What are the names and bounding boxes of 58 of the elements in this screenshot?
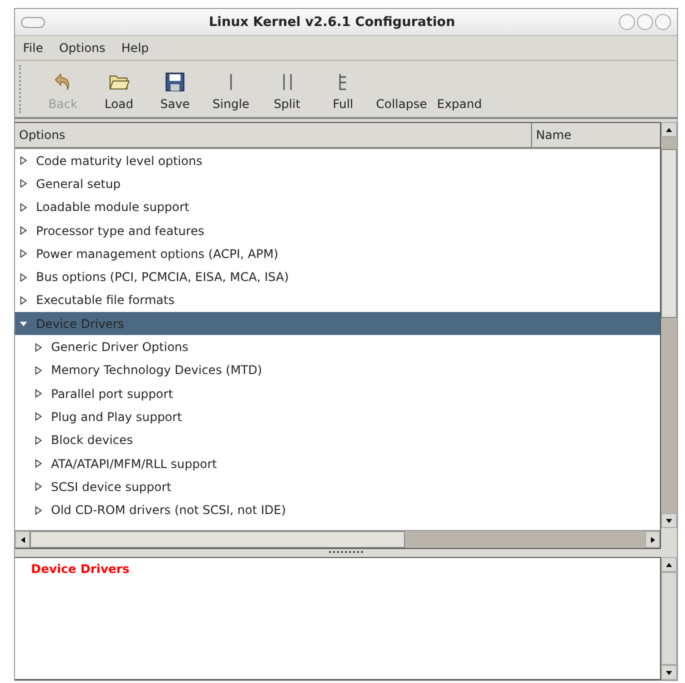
tree-row[interactable]: Power management options (ACPI, APM) — [15, 242, 660, 266]
collapsed-triangle-icon[interactable] — [34, 482, 43, 492]
menu-item[interactable]: Help — [115, 39, 155, 57]
tree-row[interactable]: Bus options (PCI, PCMCIA, EISA, MCA, ISA) — [15, 265, 660, 289]
tree-row[interactable]: Processor type and features — [15, 218, 660, 242]
collapsed-triangle-icon[interactable] — [34, 366, 43, 375]
tree-row[interactable]: Old CD-ROM drivers (not SCSI, not IDE) — [15, 498, 660, 522]
menu-item[interactable]: Options — [53, 39, 112, 57]
scroll-up-icon[interactable] — [661, 122, 677, 137]
scroll-up-icon[interactable] — [661, 557, 677, 572]
window-menu-icon[interactable] — [21, 16, 45, 28]
toolbar-button[interactable]: Collapse — [371, 61, 432, 117]
toolbar-button[interactable]: Load — [91, 61, 147, 117]
help-title: Device Drivers — [31, 562, 130, 576]
tree-row[interactable]: Plug and Play support — [15, 405, 660, 429]
collapsed-triangle-icon[interactable] — [34, 506, 43, 515]
double-line-icon — [282, 74, 292, 90]
collapsed-triangle-icon[interactable] — [19, 296, 28, 305]
tree-row[interactable]: Code maturity level options — [15, 149, 660, 172]
collapsed-triangle-icon[interactable] — [34, 436, 43, 445]
scroll-down-icon[interactable] — [661, 665, 677, 680]
scroll-right-icon[interactable] — [645, 531, 660, 548]
collapsed-triangle-icon[interactable] — [19, 179, 28, 188]
tree-row[interactable]: General setup — [15, 172, 660, 196]
toolbar-button[interactable]: Expand — [432, 61, 487, 117]
tree-row[interactable]: Executable file formats — [15, 288, 660, 312]
expanded-triangle-icon[interactable] — [19, 319, 28, 328]
tree-row[interactable]: ATA/ATAPI/MFM/RLL support — [15, 452, 660, 476]
collapsed-triangle-icon[interactable] — [19, 202, 28, 212]
tree-row[interactable]: SCSI device support — [15, 475, 660, 498]
scroll-left-icon[interactable] — [15, 531, 30, 548]
tree-row[interactable]: Loadable module support — [15, 196, 660, 219]
collapsed-triangle-icon[interactable] — [34, 412, 43, 422]
column-header[interactable]: Name — [532, 123, 660, 147]
collapsed-triangle-icon[interactable] — [34, 459, 43, 468]
toolbar-button[interactable]: Single — [203, 61, 259, 117]
collapsed-triangle-icon[interactable] — [19, 156, 28, 166]
collapsed-triangle-icon[interactable] — [19, 226, 28, 236]
splitter-handle[interactable] — [329, 551, 363, 555]
single-line-icon — [229, 74, 233, 90]
toolbar-button[interactable]: Full — [315, 61, 371, 117]
scrollbar-thumb[interactable] — [661, 149, 677, 318]
menu-item[interactable]: File — [17, 39, 50, 57]
window-title: Linux Kernel v2.6.1 Configuration — [208, 14, 456, 30]
toolbar-button[interactable]: Split — [259, 61, 315, 117]
tree-row[interactable]: Generic Driver Options — [15, 335, 660, 359]
tree-row[interactable]: Block devices — [15, 428, 660, 452]
collapsed-triangle-icon[interactable] — [34, 342, 43, 352]
tree-row[interactable]: Parallel port support — [15, 382, 660, 406]
toolbar-button[interactable]: Save — [147, 61, 203, 117]
collapsed-triangle-icon[interactable] — [19, 249, 28, 258]
scroll-down-icon[interactable] — [661, 513, 677, 528]
column-header[interactable]: Options — [15, 123, 532, 147]
scrollbar-thumb[interactable] — [30, 531, 406, 548]
collapsed-triangle-icon[interactable] — [19, 272, 28, 282]
collapsed-triangle-icon[interactable] — [34, 389, 43, 398]
tree-row[interactable]: Memory Technology Devices (MTD) — [15, 358, 660, 382]
tree-lines-icon — [339, 74, 347, 90]
